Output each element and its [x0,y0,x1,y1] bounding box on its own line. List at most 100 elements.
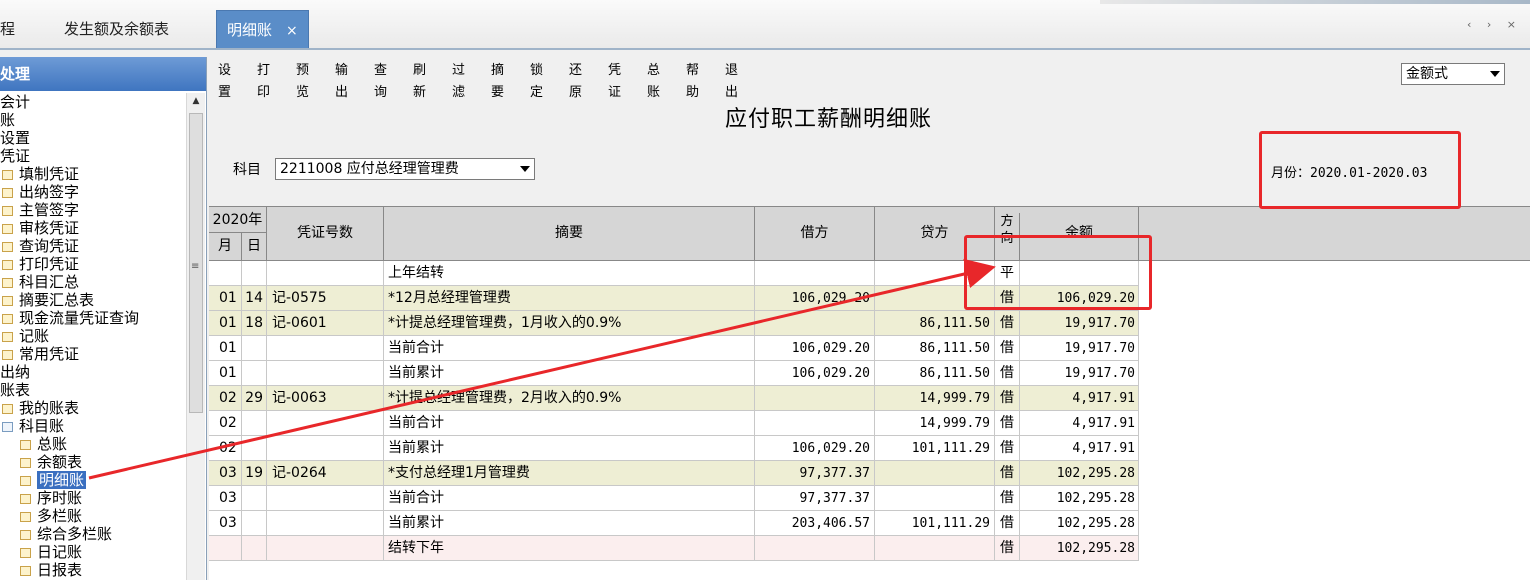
cell-voucher [267,511,384,536]
folder-icon [2,404,13,414]
toolbar-button[interactable]: 退出 [725,60,738,100]
toolbar-button[interactable]: 设置 [218,60,231,100]
tree-item-label: 我的账表 [19,399,80,417]
table-row[interactable]: 02 当前合计 14,999.79 借 4,917.91 [209,411,1139,436]
cell-debit: 106,029.20 [755,336,875,361]
close-icon[interactable]: × [286,23,298,39]
cell-summary: 当前合计 [384,486,755,511]
tree-item[interactable]: 摘要汇总表 [2,291,94,309]
tree-item[interactable]: 凭证 [0,147,30,165]
tree-item[interactable]: 会计 [0,93,30,111]
toolbar-button[interactable]: 预览 [296,60,309,100]
tree-item[interactable]: 日记账 [20,543,82,561]
cell-debit: 203,406.57 [755,511,875,536]
tab-partial[interactable]: 程 [0,10,15,48]
table-row[interactable]: 01 当前合计 106,029.20 86,111.50 借 19,917.70 [209,336,1139,361]
header-month: 月 [209,233,242,260]
tree-item[interactable]: 科目账 [2,417,64,435]
tree-item[interactable]: 序时账 [20,489,82,507]
folder-icon [20,548,31,558]
tree-item-label: 现金流量凭证查询 [19,309,140,327]
cell-month: 03 [209,486,242,511]
tree-item-label: 查询凭证 [19,237,80,255]
table-row[interactable]: 03 当前累计 203,406.57 101,111.29 借 102,295.28 [209,511,1139,536]
table-row[interactable]: 03 19 记-0264 *支付总经理1月管理费 97,377.37 借 102,295.2… [209,461,1139,486]
annotation-period-box [1259,131,1461,209]
toolbar-button[interactable]: 凭证 [608,60,621,100]
tree-item[interactable]: 多栏账 [20,507,82,525]
cell-month: 02 [209,386,242,411]
cell-voucher: 记-0063 [267,386,384,411]
cell-direction: 借 [995,461,1020,486]
tree-item[interactable]: 账表 [0,381,30,399]
tree-item[interactable]: 设置 [0,129,30,147]
tree-item[interactable]: 出纳签字 [2,183,79,201]
tree-item[interactable]: 审核凭证 [2,219,79,237]
tree-item[interactable]: 余额表 [20,453,82,471]
toolbar-button[interactable]: 摘要 [491,60,504,100]
toolbar-button[interactable]: 过滤 [452,60,465,100]
table-row[interactable]: 02 当前累计 106,029.20 101,111.29 借 4,917.91 [209,436,1139,461]
toolbar-button[interactable]: 打印 [257,60,270,100]
tree-item-label: 账表 [0,381,31,399]
cell-debit [755,411,875,436]
cell-summary: *计提总经理管理费，2月收入的0.9% [384,386,755,411]
cell-balance: 102,295.28 [1020,511,1139,536]
toolbar-button[interactable]: 锁定 [530,60,543,100]
table-row[interactable]: 01 当前累计 106,029.20 86,111.50 借 19,917.70 [209,361,1139,386]
tree-item[interactable]: 综合多栏账 [20,525,112,543]
tree-item[interactable]: 填制凭证 [2,165,79,183]
folder-icon [20,512,31,522]
toolbar-button[interactable]: 帮助 [686,60,699,100]
toolbar-button[interactable]: 输出 [335,60,348,100]
cell-month: 03 [209,461,242,486]
table-row[interactable]: 结转下年 借 102,295.28 [209,536,1139,561]
toolbar-button[interactable]: 还原 [569,60,582,100]
table-row[interactable]: 03 当前合计 97,377.37 借 102,295.28 [209,486,1139,511]
tree-item[interactable]: 常用凭证 [2,345,79,363]
cell-debit: 106,029.20 [755,286,875,311]
cell-direction: 借 [995,486,1020,511]
cell-balance: 4,917.91 [1020,436,1139,461]
table-row[interactable]: 01 18 记-0601 *计提总经理管理费，1月收入的0.9% 86,111.50 借 1… [209,311,1139,336]
tab-bar: 程 发生额及余额表 明细账 × ‹ › × [0,0,1530,50]
cell-direction: 借 [995,311,1020,336]
tree-item-label: 填制凭证 [19,165,80,183]
tree-item[interactable]: 科目汇总 [2,273,79,291]
tree-item[interactable]: 总账 [20,435,67,453]
subject-select[interactable]: 2211008 应付总经理管理费 [275,158,535,180]
tab-balance-sheet[interactable]: 发生额及余额表 [64,10,169,48]
folder-icon [20,476,31,486]
tree-item[interactable]: 查询凭证 [2,237,79,255]
tree-item-label: 账 [0,111,16,129]
tree-item[interactable]: 明细账 [20,471,87,489]
tab-nav-arrows-icon[interactable]: ‹ › × [1467,18,1522,31]
cell-direction: 借 [995,386,1020,411]
tree-item[interactable]: 我的账表 [2,399,79,417]
tree-item-label: 常用凭证 [19,345,80,363]
cell-debit [755,386,875,411]
tree-item[interactable]: 出纳 [0,363,30,381]
toolbar-button[interactable]: 刷新 [413,60,426,100]
nav-scrollbar[interactable]: ▲ ≡ [186,93,205,580]
table-row[interactable]: 02 29 记-0063 *计提总经理管理费，2月收入的0.9% 14,999.79 借 4… [209,386,1139,411]
tree-item[interactable]: 现金流量凭证查询 [2,309,139,327]
folder-icon [20,458,31,468]
tree-item[interactable]: 打印凭证 [2,255,79,273]
header-year: 2020年 [209,207,267,233]
cell-month: 01 [209,361,242,386]
ledger-table: 2020年 月 日 凭证号数 摘要 借方 贷方 方向 余额 上年结转平 01 14 记… [209,206,1530,580]
scroll-up-icon[interactable]: ▲ [187,93,205,109]
toolbar-button[interactable]: 总账 [647,60,660,100]
display-mode-select[interactable]: 金额式 [1401,63,1505,85]
tree-item[interactable]: 记账 [2,327,49,345]
cell-direction: 借 [995,361,1020,386]
toolbar-button[interactable]: 查询 [374,60,387,100]
tab-detail-ledger[interactable]: 明细账 × [216,10,309,48]
tree-item[interactable]: 账 [0,111,15,129]
tree-item[interactable]: 主管签字 [2,201,79,219]
cell-debit [755,311,875,336]
tree-item[interactable]: 日报表 [20,561,82,579]
cell-month: 02 [209,411,242,436]
cell-balance: 102,295.28 [1020,536,1139,561]
